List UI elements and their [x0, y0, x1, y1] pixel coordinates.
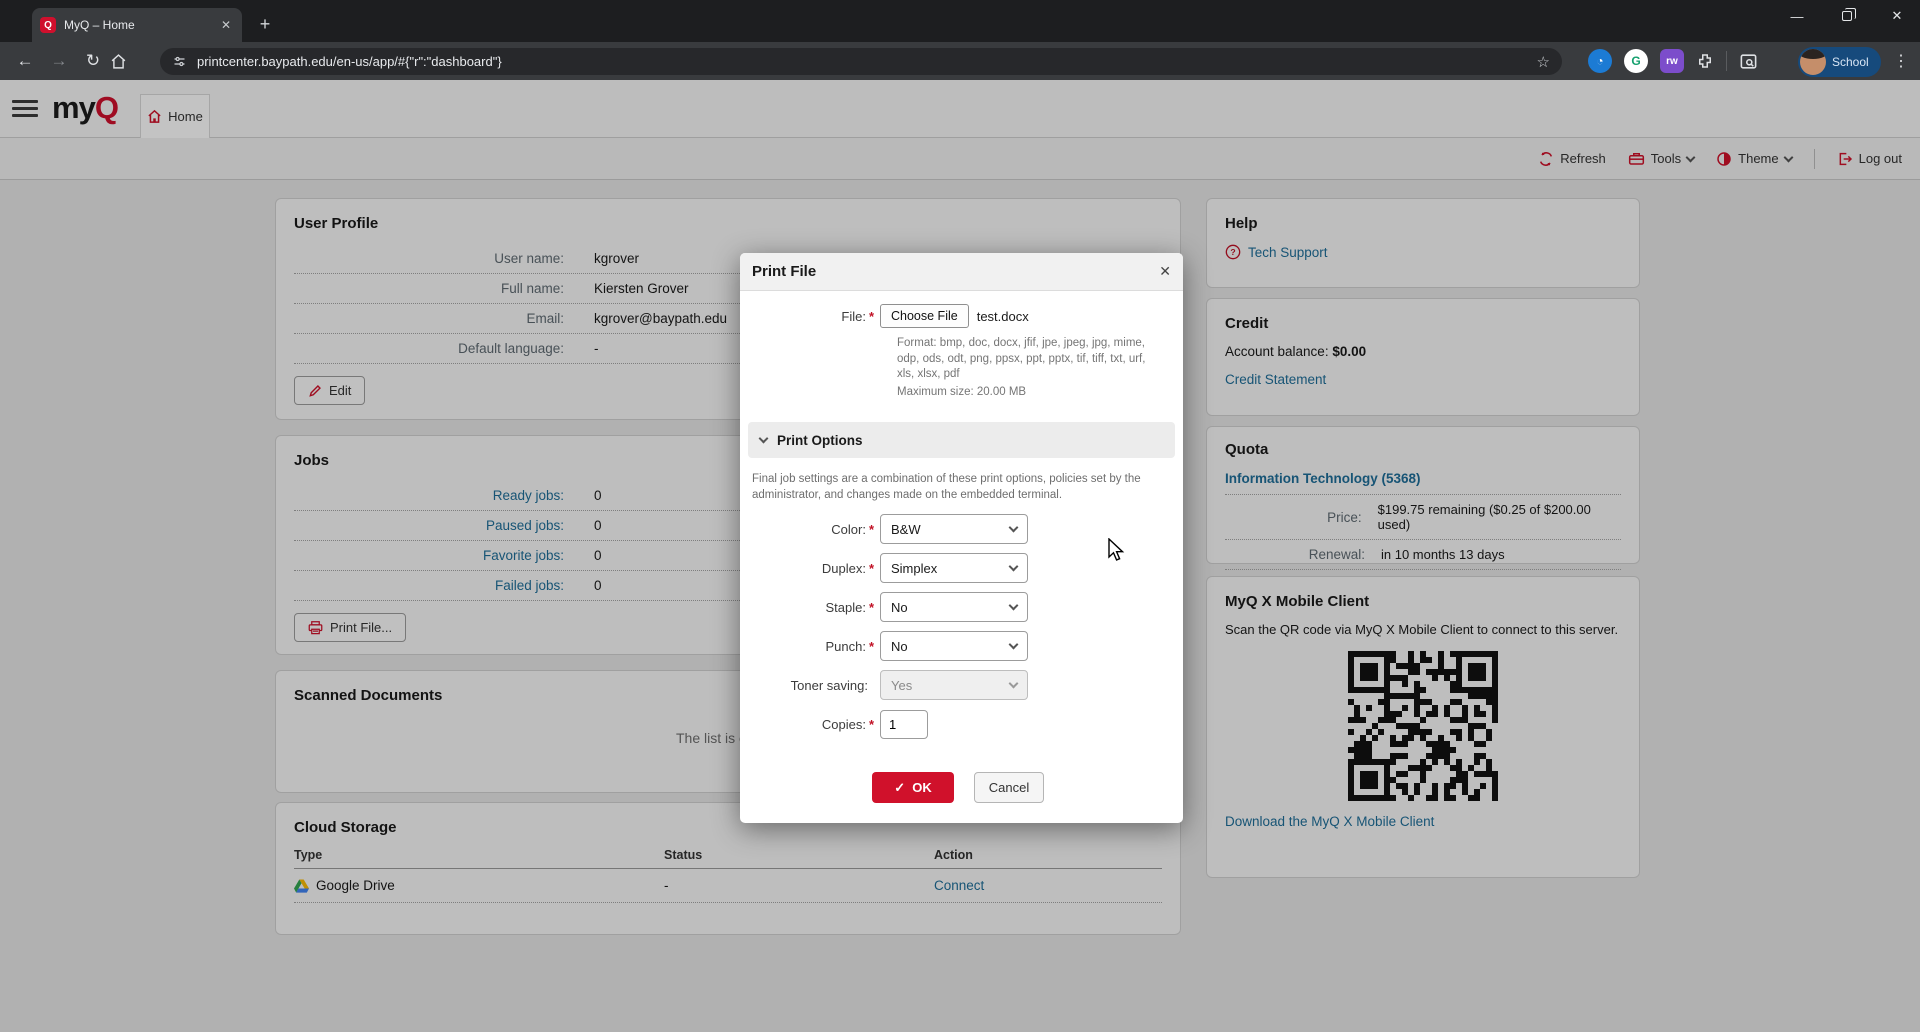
- url-text[interactable]: printcenter.baypath.edu/en-us/app/#{"r":…: [197, 54, 1527, 69]
- browser-profile-button[interactable]: School: [1798, 47, 1881, 77]
- choose-file-button[interactable]: Choose File: [880, 304, 969, 328]
- extension-icon-1[interactable]: ◔: [1588, 49, 1612, 73]
- color-select[interactable]: B&W: [880, 514, 1028, 544]
- readwrite-extension-icon[interactable]: rw: [1660, 49, 1684, 73]
- check-icon: ✓: [894, 780, 905, 796]
- copies-label: Copies:: [822, 717, 866, 732]
- home-icon: [110, 53, 127, 70]
- browser-home-button[interactable]: [110, 53, 144, 70]
- extensions-puzzle-icon[interactable]: [1696, 52, 1714, 70]
- required-asterisk: *: [869, 309, 874, 324]
- mouse-cursor: [1108, 538, 1128, 562]
- back-button[interactable]: ←: [8, 51, 42, 71]
- site-settings-icon[interactable]: [172, 54, 187, 69]
- print-options-title: Print Options: [777, 433, 863, 448]
- reload-button[interactable]: ↻: [76, 51, 110, 71]
- staple-label: Staple:: [825, 600, 865, 615]
- restore-button[interactable]: [1824, 0, 1870, 32]
- file-label: File:: [841, 309, 866, 324]
- toner-saving-select: Yes: [880, 670, 1028, 700]
- modal-title: Print File: [752, 263, 1159, 280]
- cancel-button[interactable]: Cancel: [974, 772, 1044, 803]
- staple-select[interactable]: No: [880, 592, 1028, 622]
- duplex-select[interactable]: Simplex: [880, 553, 1028, 583]
- avatar: [1800, 49, 1826, 75]
- modal-close-icon[interactable]: ✕: [1159, 263, 1171, 280]
- myq-favicon: Q: [40, 17, 56, 33]
- modal-header: Print File ✕: [740, 253, 1183, 291]
- selected-file-name: test.docx: [977, 309, 1029, 324]
- tab-close-icon[interactable]: ✕: [218, 18, 234, 32]
- chevron-down-icon: [759, 434, 769, 444]
- tab-title: MyQ – Home: [64, 18, 210, 32]
- color-label: Color:: [831, 522, 866, 537]
- app-page: myQ Home Refresh Tools Theme Log out Use…: [0, 80, 1920, 1032]
- copies-input[interactable]: [880, 710, 928, 739]
- new-tab-button[interactable]: +: [252, 12, 278, 38]
- bookmark-star-icon[interactable]: ☆: [1537, 53, 1550, 71]
- print-options-note: Final job settings are a combination of …: [752, 471, 1159, 503]
- browser-navbar: ← → ↻ printcenter.baypath.edu/en-us/app/…: [0, 42, 1920, 80]
- print-options-toggle[interactable]: Print Options: [748, 422, 1175, 458]
- minimize-button[interactable]: —: [1774, 0, 1820, 32]
- duplex-label: Duplex:: [822, 561, 866, 576]
- browser-titlebar: Q MyQ – Home ✕ + — ✕: [0, 0, 1920, 42]
- window-close-button[interactable]: ✕: [1874, 0, 1920, 32]
- punch-label: Punch:: [825, 639, 865, 654]
- toolbar-divider: [1726, 51, 1727, 71]
- punch-select[interactable]: No: [880, 631, 1028, 661]
- side-panel-icon[interactable]: [1739, 52, 1758, 71]
- profile-name: School: [1832, 55, 1869, 69]
- max-size-hint: Maximum size: 20.00 MB: [897, 385, 1165, 401]
- restore-icon: [1842, 11, 1852, 21]
- browser-menu-kebab-icon[interactable]: ⋮: [1884, 51, 1918, 71]
- ok-button[interactable]: ✓OK: [872, 772, 954, 803]
- grammarly-extension-icon[interactable]: G: [1624, 49, 1648, 73]
- file-format-hint: Format: bmp, doc, docx, jfif, jpe, jpeg,…: [897, 336, 1165, 383]
- url-bar[interactable]: printcenter.baypath.edu/en-us/app/#{"r":…: [160, 48, 1562, 75]
- forward-button[interactable]: →: [42, 51, 76, 71]
- toner-saving-label: Toner saving:: [791, 678, 868, 693]
- browser-tab[interactable]: Q MyQ – Home ✕: [32, 8, 242, 42]
